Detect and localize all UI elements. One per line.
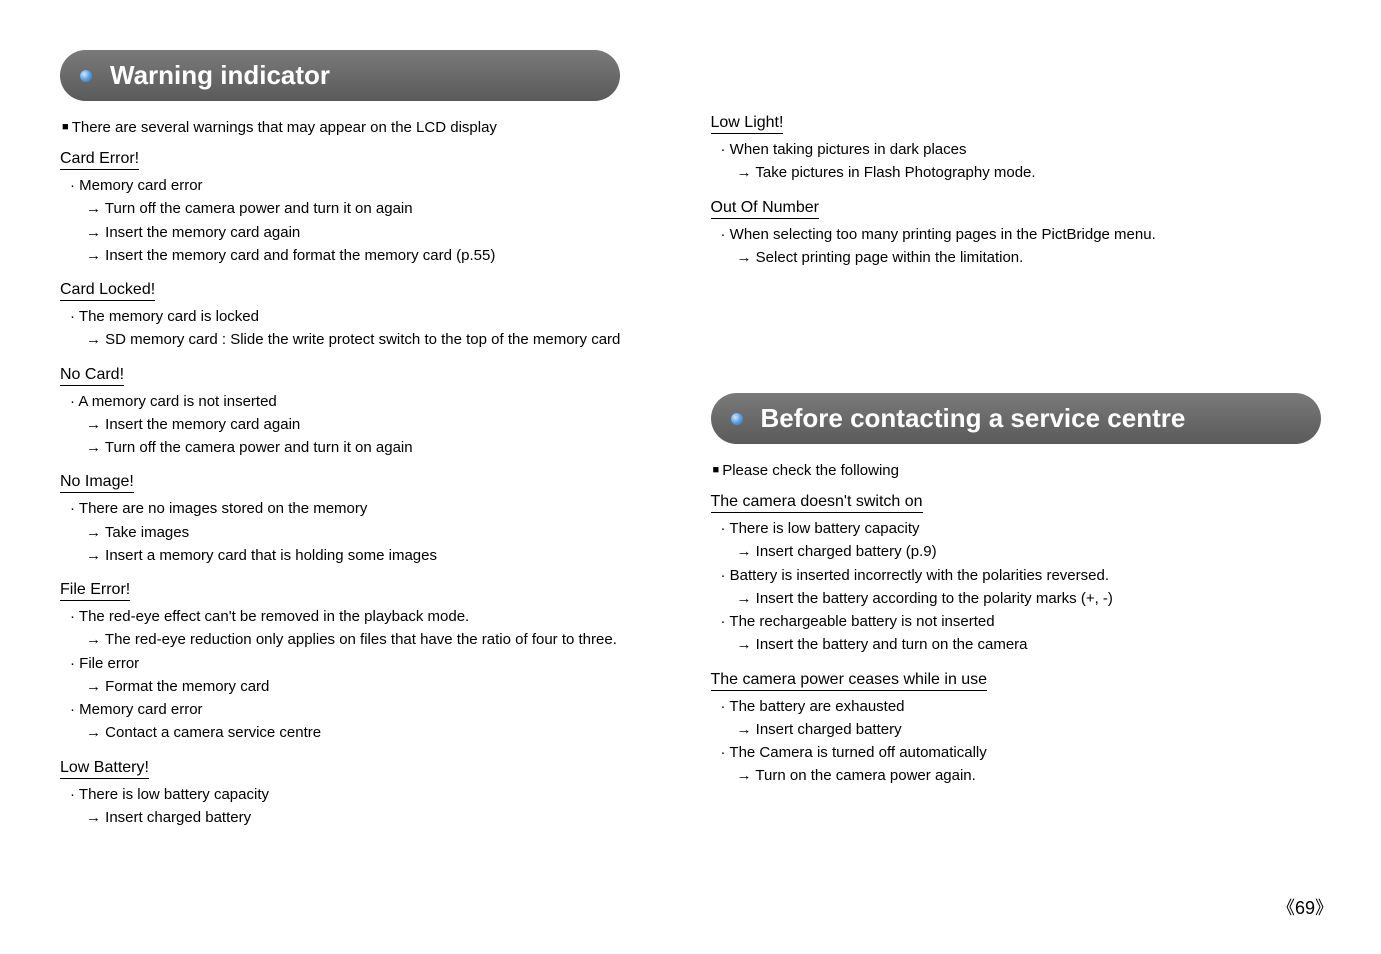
topic-action: Turn on the camera power again.: [711, 764, 1322, 787]
service-centre-header: Before contacting a service centre: [711, 393, 1322, 444]
topic-cause: The Camera is turned off automatically: [711, 741, 1322, 764]
right-column: Low Light! When taking pictures in dark p…: [711, 50, 1322, 843]
topic-cause: The battery are exhausted: [711, 695, 1322, 718]
topic-cause: When selecting too many printing pages i…: [711, 223, 1322, 246]
topic-action: SD memory card : Slide the write protect…: [60, 328, 671, 351]
warning-indicator-title: Warning indicator: [110, 60, 330, 90]
topic-action: Format the memory card: [60, 675, 671, 698]
topic-action: Turn off the camera power and turn it on…: [60, 436, 671, 459]
spacer: [711, 283, 1322, 393]
topic-cause: There is low battery capacity: [60, 783, 671, 806]
topic-cause: Battery is inserted incorrectly with the…: [711, 564, 1322, 587]
topic-action: Insert charged battery (p.9): [711, 540, 1322, 563]
left-column: Warning indicator There are several warn…: [60, 50, 671, 843]
topic-cause: The red-eye effect can't be removed in t…: [60, 605, 671, 628]
topic-cause: The rechargeable battery is not inserted: [711, 610, 1322, 633]
topic-action: The red-eye reduction only applies on fi…: [60, 628, 671, 651]
topic-action: Contact a camera service centre: [60, 721, 671, 744]
topic-action: Take images: [60, 521, 671, 544]
topic-cause: File error: [60, 652, 671, 675]
left-topics: Card Error!Memory card errorTurn off the…: [60, 150, 671, 829]
page-number: 69: [1277, 894, 1333, 920]
topic-action: Insert charged battery: [711, 718, 1322, 741]
topic-action: Turn off the camera power and turn it on…: [60, 197, 671, 220]
topic-title: Low Battery!: [60, 759, 149, 779]
right-intro: Please check the following: [711, 462, 1322, 479]
page: Warning indicator There are several warn…: [0, 0, 1381, 873]
topic: No Image! There are no images stored on t…: [60, 473, 671, 567]
topic-title: Card Locked!: [60, 281, 155, 301]
topic: Card Error! Memory card errorTurn off the…: [60, 150, 671, 267]
right-top-spacer: [711, 50, 1322, 114]
topic-action: Take pictures in Flash Photography mode.: [711, 161, 1322, 184]
topic-title: Card Error!: [60, 150, 139, 170]
topic: Out Of Number When selecting too many pr…: [711, 199, 1322, 270]
left-intro: There are several warnings that may appe…: [60, 119, 671, 136]
topic: Low Battery! There is low battery capacit…: [60, 759, 671, 830]
right-bottom-topics: The camera doesn't switch on There is low…: [711, 493, 1322, 788]
topic-title: The camera doesn't switch on: [711, 493, 923, 513]
topic-action: Insert charged battery: [60, 806, 671, 829]
topic-action: Insert the memory card and format the me…: [60, 244, 671, 267]
warning-indicator-header: Warning indicator: [60, 50, 620, 101]
topic: Card Locked! The memory card is lockedSD …: [60, 281, 671, 352]
topic-cause: There are no images stored on the memory: [60, 497, 671, 520]
topic-title: Low Light!: [711, 114, 784, 134]
topic-title: No Card!: [60, 366, 124, 386]
topic-action: Insert the memory card again: [60, 413, 671, 436]
topic-cause: When taking pictures in dark places: [711, 138, 1322, 161]
topic-action: Select printing page within the limitati…: [711, 246, 1322, 269]
topic-action: Insert the memory card again: [60, 221, 671, 244]
topic: The camera doesn't switch on There is low…: [711, 493, 1322, 657]
topic-cause: There is low battery capacity: [711, 517, 1322, 540]
right-top-topics: Low Light! When taking pictures in dark p…: [711, 114, 1322, 269]
service-centre-title: Before contacting a service centre: [761, 403, 1186, 433]
topic-title: File Error!: [60, 581, 130, 601]
topic-cause: A memory card is not inserted: [60, 390, 671, 413]
topic-title: Out Of Number: [711, 199, 819, 219]
topic: Low Light! When taking pictures in dark p…: [711, 114, 1322, 185]
topic-action: Insert the battery according to the pola…: [711, 587, 1322, 610]
topic-action: Insert a memory card that is holding som…: [60, 544, 671, 567]
topic-cause: Memory card error: [60, 174, 671, 197]
topic-title: No Image!: [60, 473, 134, 493]
topic-title: The camera power ceases while in use: [711, 671, 988, 691]
topic: No Card! A memory card is not insertedIns…: [60, 366, 671, 460]
topic-cause: Memory card error: [60, 698, 671, 721]
topic: The camera power ceases while in use The …: [711, 671, 1322, 788]
topic-action: Insert the battery and turn on the camer…: [711, 633, 1322, 656]
topic: File Error! The red-eye effect can't be r…: [60, 581, 671, 745]
topic-cause: The memory card is locked: [60, 305, 671, 328]
